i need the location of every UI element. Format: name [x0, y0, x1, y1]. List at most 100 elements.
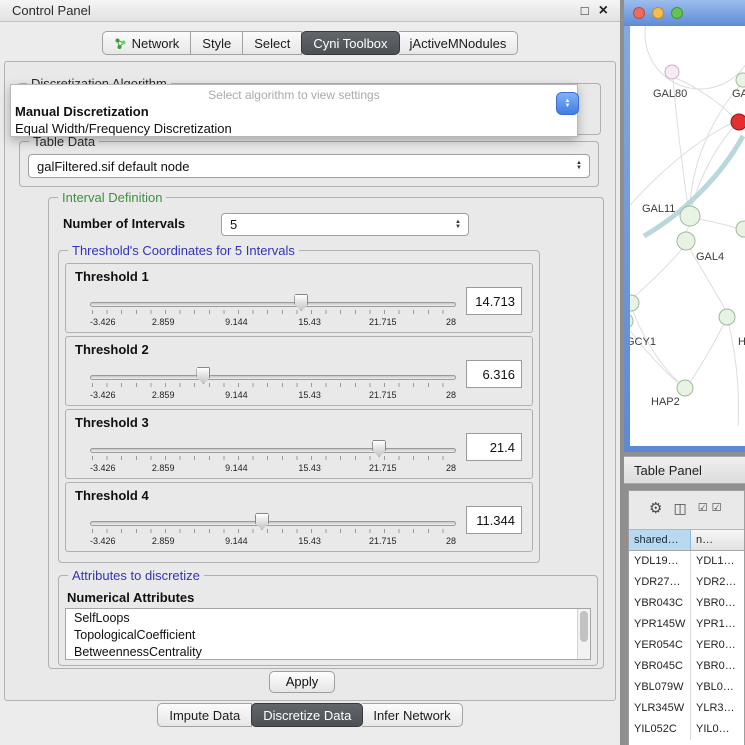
table-cell: YPR145W	[629, 614, 691, 635]
threshold-value-field-4[interactable]: 11.344	[466, 506, 522, 534]
tick-label: 28	[446, 536, 456, 546]
network-node-label: GA	[732, 88, 745, 100]
network-node[interactable]	[736, 221, 745, 237]
network-node[interactable]	[630, 314, 633, 328]
scrollbar-thumb[interactable]	[580, 611, 588, 642]
attribute-item-betweennesscentrality[interactable]: BetweennessCentrality	[66, 643, 590, 660]
network-edge	[645, 26, 745, 89]
tick-label: -3.426	[90, 317, 116, 327]
window-controls: □ ×	[581, 3, 608, 19]
table-data-select[interactable]: galFiltered.sif default node ▲▼	[28, 154, 590, 178]
slider-tick-labels: -3.4262.8599.14415.4321.71528	[90, 463, 456, 474]
network-node[interactable]	[719, 309, 735, 325]
threshold-label: Threshold 1	[75, 269, 149, 284]
columns-icon[interactable]: ◫	[673, 501, 686, 515]
tick-label: 28	[446, 317, 456, 327]
table-row[interactable]: YBL079WYBL0…	[629, 677, 744, 698]
table-row[interactable]: YDL19…YDL1…	[629, 551, 744, 572]
network-node-label: HAP2	[651, 396, 680, 408]
table-panel-titlebar[interactable]: Table Panel	[624, 456, 745, 484]
table-panel-window: ⚙◫☑☑ shared…n… YDL19…YDL1…YDR27…YDR2…YBR…	[628, 490, 745, 745]
slider-thumb[interactable]	[196, 367, 210, 384]
table-cell: YBR043C	[629, 593, 691, 614]
control-panel-titlebar[interactable]: Control Panel □ ×	[0, 0, 620, 22]
close-light[interactable]	[633, 7, 645, 19]
network-titlebar[interactable]	[624, 0, 745, 26]
tick-label: 21.715	[369, 536, 397, 546]
thresholds-group: Threshold's Coordinates for 5 Intervals …	[58, 250, 540, 563]
table-cell: YER054C	[629, 635, 691, 656]
tick-label: -3.426	[90, 463, 116, 473]
slider-thumb[interactable]	[372, 440, 386, 457]
number-of-intervals-select[interactable]: 5 ▲▼	[221, 213, 469, 236]
network-edge	[630, 123, 732, 211]
network-node[interactable]	[736, 73, 745, 87]
threshold-slider-1[interactable]: -3.4262.8599.14415.4321.71528	[90, 294, 456, 334]
slider-track	[90, 448, 456, 453]
network-node[interactable]	[665, 65, 679, 79]
close-window-icon[interactable]: ×	[599, 3, 608, 19]
numerical-attributes-label: Numerical Attributes	[67, 590, 194, 605]
tab-select[interactable]: Select	[243, 31, 302, 55]
threshold-value-field-3[interactable]: 21.4	[466, 433, 522, 461]
float-window-icon[interactable]: □	[581, 4, 589, 17]
network-node[interactable]	[677, 380, 693, 396]
apply-button[interactable]: Apply	[269, 671, 335, 693]
network-edge	[699, 219, 737, 228]
network-canvas[interactable]: GAL80GAGAL11GAL4GCY1HHAP2	[630, 26, 745, 446]
attribute-item-topologicalcoefficient[interactable]: TopologicalCoefficient	[66, 626, 590, 643]
slider-track	[90, 375, 456, 380]
algorithm-option-equal-width-frequency-discretization[interactable]: Equal Width/Frequency Discretization	[11, 120, 577, 137]
network-node[interactable]	[677, 232, 695, 250]
table-cell: YLR345W	[629, 698, 691, 719]
bottom-tab-bar: Impute Data Discretize Data Infer Network	[0, 703, 620, 727]
algorithm-combo-stepper-icon[interactable]: ▲▼	[556, 92, 579, 115]
table-row[interactable]: YBR045CYBR0…	[629, 656, 744, 677]
tab-network[interactable]: Network	[102, 31, 192, 55]
slider-thumb[interactable]	[294, 294, 308, 311]
slider-thumb[interactable]	[255, 513, 269, 530]
network-edge	[635, 249, 682, 296]
algorithm-option-manual-discretization[interactable]: Manual Discretization	[11, 103, 577, 120]
table-row[interactable]: YPR145WYPR1…	[629, 614, 744, 635]
tab-cyni-toolbox[interactable]: Cyni Toolbox	[301, 31, 399, 55]
tab-discretize-data[interactable]: Discretize Data	[251, 703, 363, 727]
threshold-slider-2[interactable]: -3.4262.8599.14415.4321.71528	[90, 367, 456, 407]
network-node-label: GCY1	[630, 336, 656, 348]
column-header-1[interactable]: n…	[691, 530, 744, 550]
table-row[interactable]: YIL052CYIL0…	[629, 719, 744, 740]
zoom-light[interactable]	[671, 7, 683, 19]
table-body: YDL19…YDL1…YDR27…YDR2…YBR043CYBR0…YPR145…	[629, 551, 744, 745]
tab-jactivemnodules[interactable]: jActiveMNodules	[399, 31, 519, 55]
table-row[interactable]: YLR345WYLR3…	[629, 698, 744, 719]
tab-style[interactable]: Style	[191, 31, 243, 55]
table-data-selected-value: galFiltered.sif default node	[29, 159, 576, 174]
threshold-value-field-2[interactable]: 6.316	[466, 360, 522, 388]
tab-label: Discretize Data	[263, 708, 351, 723]
table-toolbar: ⚙ ◫ ☑ ☑	[629, 491, 744, 525]
network-node[interactable]	[630, 295, 639, 311]
minimize-light[interactable]	[652, 7, 664, 19]
threshold-value-field-1[interactable]: 14.713	[466, 287, 522, 315]
table-header-row: shared…n…	[629, 529, 744, 551]
column-header-0[interactable]: shared…	[629, 530, 691, 550]
threshold-slider-4[interactable]: -3.4262.8599.14415.4321.71528	[90, 513, 456, 553]
thresholds-group-label: Threshold's Coordinates for 5 Intervals	[68, 243, 299, 258]
checkbox-icon[interactable]: ☑	[712, 503, 722, 514]
network-node[interactable]	[731, 114, 745, 130]
tab-infer-network[interactable]: Infer Network	[362, 703, 462, 727]
table-row[interactable]: YER054CYER0…	[629, 635, 744, 656]
attribute-item-selfloops[interactable]: SelfLoops	[66, 609, 590, 626]
tick-label: 15.43	[298, 463, 321, 473]
table-panel-title: Table Panel	[634, 463, 702, 478]
table-row[interactable]: YBR043CYBR0…	[629, 593, 744, 614]
tab-label: Network	[132, 36, 180, 51]
table-row[interactable]: YDR27…YDR2…	[629, 572, 744, 593]
threshold-slider-3[interactable]: -3.4262.8599.14415.4321.71528	[90, 440, 456, 480]
gear-icon[interactable]: ⚙	[649, 501, 662, 516]
tab-impute-data[interactable]: Impute Data	[157, 703, 252, 727]
table-cell: YDL1…	[691, 551, 744, 572]
checkbox-icon[interactable]: ☑	[698, 503, 708, 514]
attributes-scrollbar[interactable]	[577, 609, 590, 659]
network-node[interactable]	[680, 206, 700, 226]
